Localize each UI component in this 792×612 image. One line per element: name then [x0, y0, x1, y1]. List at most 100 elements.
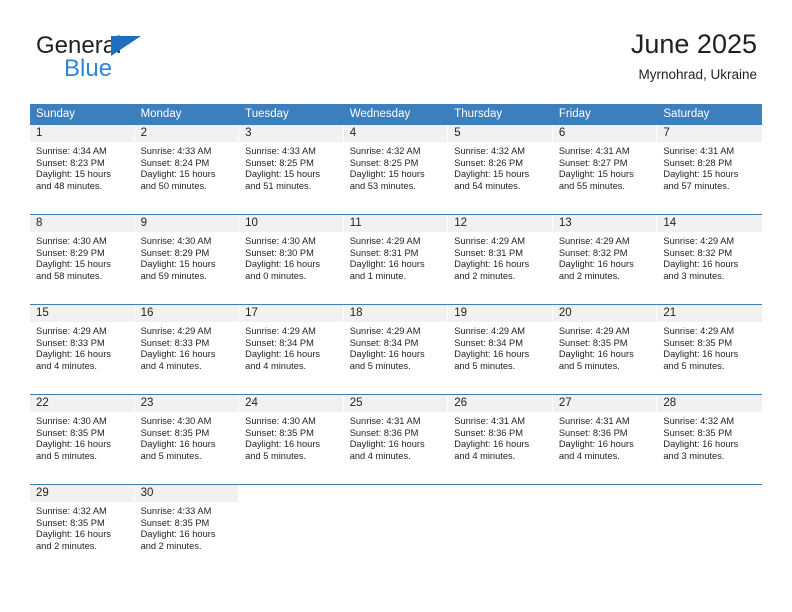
- day-details: Sunrise: 4:30 AM Sunset: 8:35 PM Daylight:…: [135, 412, 239, 462]
- day-details: Sunrise: 4:31 AM Sunset: 8:36 PM Daylight:…: [448, 412, 552, 462]
- day-number: [552, 485, 657, 502]
- daylight-text-line2: and 2 minutes.: [454, 270, 516, 281]
- day-number: 20: [552, 305, 657, 322]
- daylight-text-line1: Daylight: 15 hours: [140, 169, 216, 180]
- sunrise-text: Sunrise: 4:29 AM: [454, 236, 526, 246]
- sunrise-text: Sunrise: 4:30 AM: [36, 416, 107, 426]
- day-number: 11: [343, 215, 448, 232]
- day-cell-4[interactable]: 4 Sunrise: 4:32 AM Sunset: 8:25 PM Daylight…: [343, 125, 449, 214]
- day-number: 17: [239, 305, 343, 322]
- day-cell-30[interactable]: 30 Sunrise: 4:33 AM Sunset: 8:35 PM Dayligh…: [134, 485, 240, 572]
- sunrise-text: Sunrise: 4:29 AM: [558, 236, 630, 246]
- daylight-text-line2: and 0 minutes.: [245, 270, 307, 281]
- day-cell-28[interactable]: 28 Sunrise: 4:32 AM Sunset: 8:35 PM Dayligh…: [657, 395, 762, 484]
- day-number: 26: [448, 395, 552, 412]
- day-cell-16[interactable]: 16 Sunrise: 4:29 AM Sunset: 8:33 PM Dayligh…: [134, 305, 240, 394]
- day-cell-21[interactable]: 21 Sunrise: 4:29 AM Sunset: 8:35 PM Dayligh…: [657, 305, 762, 394]
- day-details: Sunrise: 4:29 AM Sunset: 8:34 PM Daylight:…: [239, 322, 343, 372]
- day-cell-11[interactable]: 11 Sunrise: 4:29 AM Sunset: 8:31 PM Dayligh…: [343, 215, 449, 304]
- day-cell-10[interactable]: 10 Sunrise: 4:30 AM Sunset: 8:30 PM Dayligh…: [239, 215, 344, 304]
- sunrise-text: Sunrise: 4:30 AM: [245, 416, 316, 426]
- daylight-text-line2: and 1 minute.: [349, 270, 407, 281]
- day-details: Sunrise: 4:29 AM Sunset: 8:32 PM Daylight:…: [657, 232, 762, 282]
- sunset-text: Sunset: 8:31 PM: [454, 247, 523, 258]
- day-details: Sunrise: 4:33 AM Sunset: 8:25 PM Daylight:…: [239, 142, 343, 192]
- day-number: 1: [30, 125, 134, 142]
- daylight-text-line2: and 4 minutes.: [349, 450, 411, 461]
- day-cell-26[interactable]: 26 Sunrise: 4:31 AM Sunset: 8:36 PM Dayligh…: [448, 395, 553, 484]
- day-details: Sunrise: 4:30 AM Sunset: 8:29 PM Daylight:…: [135, 232, 239, 282]
- day-cell-22[interactable]: 22 Sunrise: 4:30 AM Sunset: 8:35 PM Dayligh…: [30, 395, 135, 484]
- day-cell-20[interactable]: 20 Sunrise: 4:29 AM Sunset: 8:35 PM Dayligh…: [552, 305, 658, 394]
- daylight-text-line1: Daylight: 16 hours: [36, 529, 111, 540]
- page-header: General Blue June 2025 Myrnohrad, Ukrain…: [0, 0, 792, 100]
- calendar-week-row: 22 Sunrise: 4:30 AM Sunset: 8:35 PM Dayligh…: [30, 394, 762, 484]
- day-cell-3[interactable]: 3 Sunrise: 4:33 AM Sunset: 8:25 PM Daylight…: [239, 125, 344, 214]
- daylight-text-line1: Daylight: 16 hours: [663, 259, 739, 270]
- day-cell-empty: [657, 485, 762, 572]
- day-number: 15: [30, 305, 134, 322]
- day-cell-12[interactable]: 12 Sunrise: 4:29 AM Sunset: 8:31 PM Dayligh…: [448, 215, 553, 304]
- day-details: Sunrise: 4:32 AM Sunset: 8:35 PM Daylight:…: [657, 412, 762, 462]
- sunrise-text: Sunrise: 4:31 AM: [349, 416, 421, 426]
- sunset-text: Sunset: 8:27 PM: [558, 157, 628, 168]
- day-cell-18[interactable]: 18 Sunrise: 4:29 AM Sunset: 8:34 PM Dayligh…: [343, 305, 449, 394]
- sunset-text: Sunset: 8:32 PM: [663, 247, 733, 258]
- day-cell-17[interactable]: 17 Sunrise: 4:29 AM Sunset: 8:34 PM Dayligh…: [239, 305, 344, 394]
- day-cell-14[interactable]: 14 Sunrise: 4:29 AM Sunset: 8:32 PM Dayligh…: [657, 215, 762, 304]
- day-cell-8[interactable]: 8 Sunrise: 4:30 AM Sunset: 8:29 PM Daylight…: [30, 215, 135, 304]
- day-cell-6[interactable]: 6 Sunrise: 4:31 AM Sunset: 8:27 PM Daylight…: [552, 125, 658, 214]
- day-cell-23[interactable]: 23 Sunrise: 4:30 AM Sunset: 8:35 PM Dayligh…: [134, 395, 240, 484]
- day-number: 13: [552, 215, 657, 232]
- daylight-text-line2: and 5 minutes.: [245, 450, 307, 461]
- day-cell-2[interactable]: 2 Sunrise: 4:33 AM Sunset: 8:24 PM Daylight…: [134, 125, 240, 214]
- day-number: [239, 485, 343, 502]
- day-details: Sunrise: 4:31 AM Sunset: 8:36 PM Daylight:…: [553, 412, 657, 462]
- day-number: 16: [134, 305, 239, 322]
- daylight-text-line1: Daylight: 15 hours: [558, 169, 634, 180]
- sunset-text: Sunset: 8:35 PM: [140, 427, 210, 438]
- day-cell-1[interactable]: 1 Sunrise: 4:34 AM Sunset: 8:23 PM Daylight…: [30, 125, 135, 214]
- daylight-text-line2: and 48 minutes.: [36, 180, 103, 191]
- daylight-text-line1: Daylight: 15 hours: [140, 259, 216, 270]
- day-number: 10: [239, 215, 343, 232]
- brand-logo[interactable]: General Blue: [36, 33, 256, 89]
- daylight-text-line2: and 54 minutes.: [454, 180, 521, 191]
- daylight-text-line2: and 5 minutes.: [663, 360, 725, 371]
- daylight-text-line1: Daylight: 16 hours: [140, 529, 216, 540]
- page-title: June 2025: [630, 29, 757, 59]
- sunset-text: Sunset: 8:35 PM: [558, 337, 628, 348]
- sunset-text: Sunset: 8:35 PM: [245, 427, 314, 438]
- day-details: Sunrise: 4:34 AM Sunset: 8:23 PM Daylight:…: [30, 142, 134, 192]
- day-number: 12: [448, 215, 552, 232]
- day-details: Sunrise: 4:29 AM Sunset: 8:34 PM Daylight:…: [344, 322, 448, 372]
- daylight-text-line2: and 4 minutes.: [245, 360, 307, 371]
- sunset-text: Sunset: 8:35 PM: [663, 337, 733, 348]
- sunrise-text: Sunrise: 4:32 AM: [36, 506, 107, 516]
- day-cell-24[interactable]: 24 Sunrise: 4:30 AM Sunset: 8:35 PM Dayligh…: [239, 395, 344, 484]
- day-cell-25[interactable]: 25 Sunrise: 4:31 AM Sunset: 8:36 PM Dayligh…: [343, 395, 449, 484]
- sunrise-text: Sunrise: 4:29 AM: [245, 326, 316, 336]
- day-number: 22: [30, 395, 134, 412]
- day-cell-15[interactable]: 15 Sunrise: 4:29 AM Sunset: 8:33 PM Dayligh…: [30, 305, 135, 394]
- day-number: 8: [30, 215, 134, 232]
- sunrise-text: Sunrise: 4:29 AM: [36, 326, 107, 336]
- day-cell-13[interactable]: 13 Sunrise: 4:29 AM Sunset: 8:32 PM Dayligh…: [552, 215, 658, 304]
- day-cell-27[interactable]: 27 Sunrise: 4:31 AM Sunset: 8:36 PM Dayligh…: [552, 395, 658, 484]
- brand-triangle-icon: [111, 36, 141, 56]
- weekday-header-wednesday: Wednesday: [349, 108, 411, 120]
- weekday-header-friday: Friday: [558, 108, 591, 120]
- day-cell-empty: [239, 485, 344, 572]
- day-cell-29[interactable]: 29 Sunrise: 4:32 AM Sunset: 8:35 PM Dayligh…: [30, 485, 135, 572]
- day-cell-9[interactable]: 9 Sunrise: 4:30 AM Sunset: 8:29 PM Daylight…: [134, 215, 240, 304]
- daylight-text-line2: and 2 minutes.: [140, 540, 202, 551]
- day-cell-5[interactable]: 5 Sunrise: 4:32 AM Sunset: 8:26 PM Daylight…: [448, 125, 553, 214]
- sunset-text: Sunset: 8:34 PM: [349, 337, 419, 348]
- sunrise-text: Sunrise: 4:29 AM: [663, 236, 735, 246]
- sunset-text: Sunset: 8:23 PM: [36, 157, 105, 168]
- day-cell-7[interactable]: 7 Sunrise: 4:31 AM Sunset: 8:28 PM Daylight…: [657, 125, 762, 214]
- daylight-text-line2: and 53 minutes.: [349, 180, 416, 191]
- day-cell-19[interactable]: 19 Sunrise: 4:29 AM Sunset: 8:34 PM Dayligh…: [448, 305, 553, 394]
- day-number: 9: [134, 215, 239, 232]
- weekday-header-tuesday: Tuesday: [245, 108, 289, 120]
